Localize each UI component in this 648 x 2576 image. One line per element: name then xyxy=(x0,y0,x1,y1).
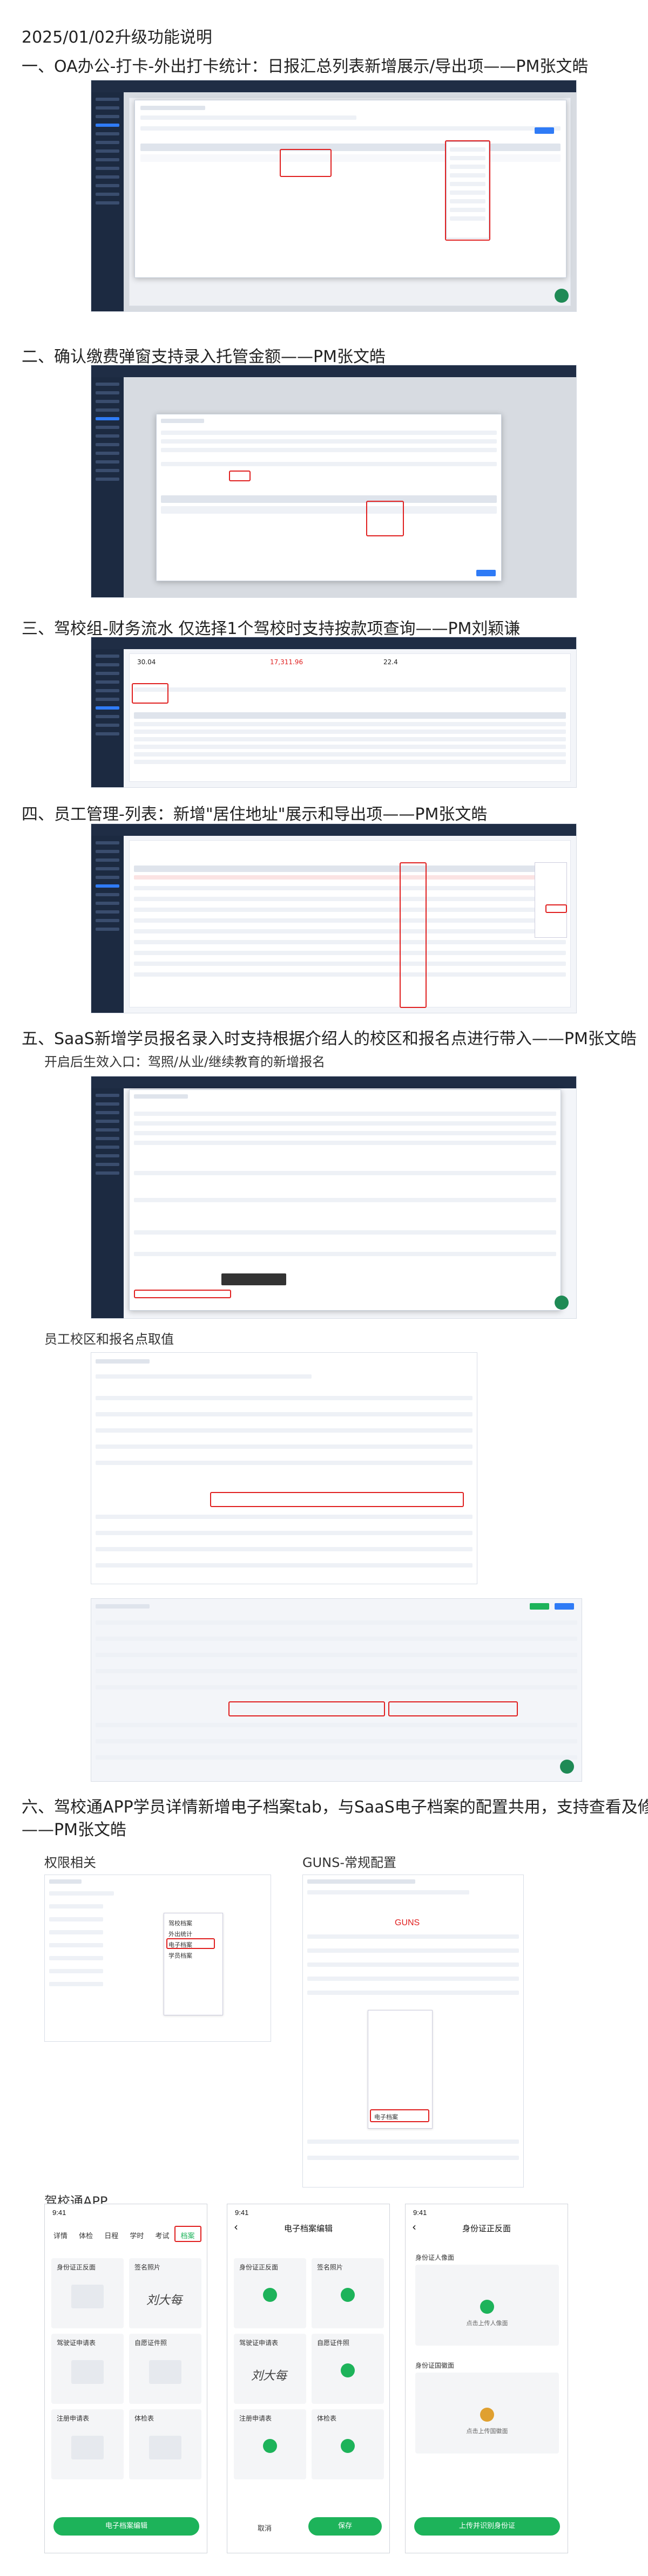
phone-1-tab-4[interactable]: 考试 xyxy=(155,2232,169,2240)
id-back-upload[interactable]: 点击上传国徽面 xyxy=(415,2373,559,2454)
section-5-screenshot-a xyxy=(91,1076,577,1319)
phone-1-time: 9:41 xyxy=(52,2209,66,2217)
permission-label: 权限相关 xyxy=(44,1855,96,1870)
section-1-title: 一、OA办公-打卡-外出打卡统计：日报汇总列表新增展示/导出项——PM张文皓 xyxy=(22,57,589,76)
phone-archive-tab: 9:41 详情 体检 日程 学时 考试 档案 身份证正反面 签名照片 刘大每 驾驶… xyxy=(44,2204,207,2553)
phone-1-card-1: 签名照片 xyxy=(134,2264,161,2271)
phone-id-card: 9:41 ‹ 身份证正反面 身份证人像面 点击上传人像面 身份证国徽面 点击上传… xyxy=(405,2204,568,2553)
stats-modal xyxy=(134,100,566,278)
phone-3-title: 身份证正反面 xyxy=(462,2224,511,2233)
finance-amount-a: 30.04 xyxy=(137,658,156,666)
section-2-title: 二、确认缴费弹窗支持录入托管金额——PM张文皓 xyxy=(22,347,386,366)
phone-2-card-0: 身份证正反面 xyxy=(239,2264,279,2271)
phone-2-card-5: 体检表 xyxy=(317,2415,337,2422)
phone-1-signature: 刘大每 xyxy=(146,2294,183,2307)
phone-archive-edit: 9:41 ‹ 电子档案编辑 身份证正反面 签名照片 驾驶证申请表 刘大每 自愿证件… xyxy=(227,2204,390,2553)
phone-1-tab-1[interactable]: 体检 xyxy=(79,2232,93,2240)
id-front-upload-text: 点击上传人像面 xyxy=(466,2320,508,2327)
phone-2-signature: 刘大每 xyxy=(251,2369,287,2383)
phone-2-card-1: 签名照片 xyxy=(317,2264,343,2271)
id-back-label: 身份证国徽面 xyxy=(415,2362,455,2369)
section-4-screenshot xyxy=(91,823,577,1013)
guns-config-label: GUNS-常规配置 xyxy=(302,1855,397,1870)
phone-1-card-5: 体检表 xyxy=(134,2415,154,2422)
section-6-title: 六、驾校通APP学员详情新增电子档案tab，与SaaS电子档案的配置共用，支持查… xyxy=(22,1798,648,1817)
phone-3-time: 9:41 xyxy=(413,2209,427,2217)
section-3-screenshot: 30.04 17,311.96 22.4 xyxy=(91,637,577,788)
id-front-upload[interactable]: 点击上传人像面 xyxy=(415,2265,559,2346)
phone-1-card-0: 身份证正反面 xyxy=(57,2264,96,2271)
phone-2-card-3: 自愿证件照 xyxy=(317,2339,350,2347)
permission-screenshot: 驾校档案 外出统计 电子档案 学员档案 xyxy=(44,1875,271,2042)
payment-modal xyxy=(156,414,502,581)
permission-menu-0: 驾校档案 xyxy=(168,1920,192,1927)
phone-2-card-2: 驾驶证申请表 xyxy=(239,2339,279,2347)
phone-2-time: 9:41 xyxy=(235,2209,249,2217)
phone-3-upload-button[interactable]: 上传并识别身份证 xyxy=(414,2517,560,2536)
section-5-note: 开启后生效入口：驾照/从业/继续教育的新增报名 xyxy=(44,1054,326,1069)
guns-title: GUNS xyxy=(395,1918,420,1927)
section-5-subtitle: 员工校区和报名点取值 xyxy=(44,1332,174,1347)
phone-2-card-4: 注册申请表 xyxy=(239,2415,272,2422)
permission-menu-3: 学员档案 xyxy=(168,1952,192,1959)
phone-1-edit-button[interactable]: 电子档案编辑 xyxy=(53,2517,199,2536)
phone-1-tab-3[interactable]: 学时 xyxy=(130,2232,144,2240)
phone-2-cancel-button[interactable]: 取消 xyxy=(258,2523,272,2533)
section-4-title: 四、员工管理-列表：新增"居住地址"展示和导出项——PM张文皓 xyxy=(22,805,488,824)
section-2-screenshot xyxy=(91,365,577,598)
section-5-screenshot-b xyxy=(91,1352,477,1584)
phone-1-card-2: 驾驶证申请表 xyxy=(57,2339,96,2347)
phone-2-title: 电子档案编辑 xyxy=(284,2224,333,2233)
phone-1-tab-0[interactable]: 详情 xyxy=(53,2232,68,2240)
guns-screenshot: GUNS 电子档案 xyxy=(302,1875,524,2187)
section-1-screenshot xyxy=(91,80,577,312)
phone-2-save-button[interactable]: 保存 xyxy=(308,2517,382,2536)
section-6-title-cont: ——PM张文皓 xyxy=(22,1821,126,1839)
section-3-title: 三、驾校组-财务流水 仅选择1个驾校时支持按款项查询——PM刘颖谦 xyxy=(22,619,521,638)
id-back-upload-text: 点击上传国徽面 xyxy=(466,2428,508,2435)
finance-amount-c: 22.4 xyxy=(383,658,398,666)
doc-title: 2025/01/02升级功能说明 xyxy=(22,28,212,47)
section-5-title: 五、SaaS新增学员报名录入时支持根据介绍人的校区和报名点进行带入——PM张文皓 xyxy=(22,1030,637,1048)
phone-1-card-4: 注册申请表 xyxy=(57,2415,90,2422)
phone-1-tab-2[interactable]: 日程 xyxy=(104,2232,118,2240)
id-front-label: 身份证人像面 xyxy=(415,2254,455,2261)
section-5-screenshot-c xyxy=(91,1598,582,1782)
permission-menu-1: 外出统计 xyxy=(168,1931,192,1938)
phone-1-card-3: 自愿证件照 xyxy=(134,2339,167,2347)
finance-amount-b: 17,311.96 xyxy=(270,658,303,666)
